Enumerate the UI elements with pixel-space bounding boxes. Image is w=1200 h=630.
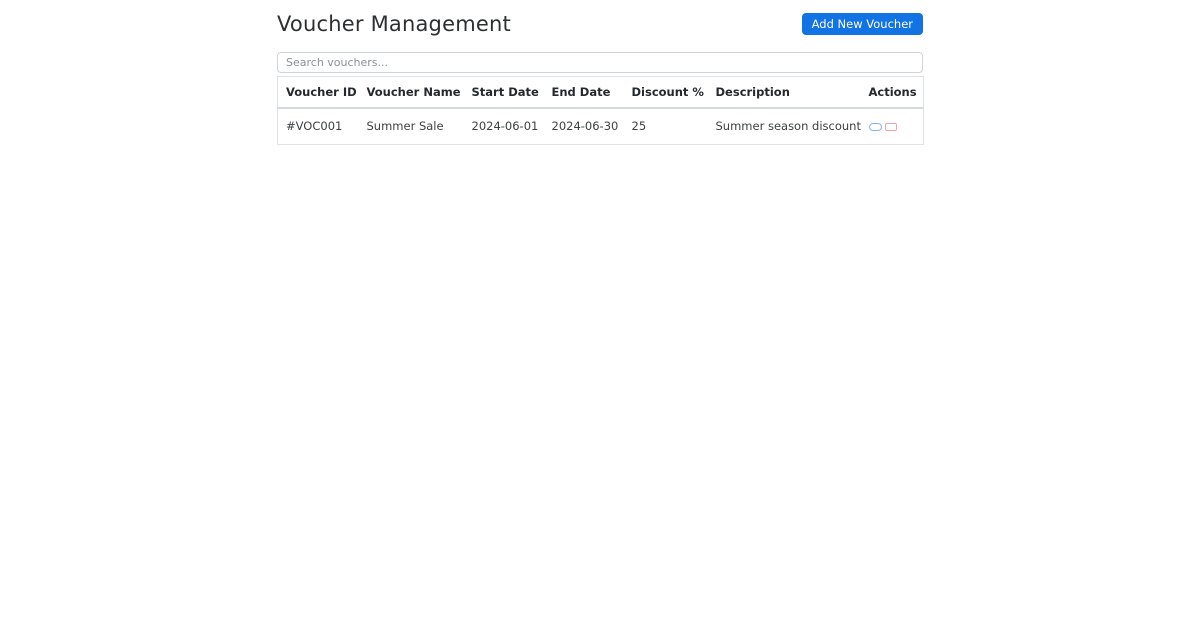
cell-voucher-name: Summer Sale <box>359 108 464 145</box>
add-new-voucher-button[interactable]: Add New Voucher <box>802 13 923 35</box>
column-header-voucher-id: Voucher ID <box>278 77 359 109</box>
cell-voucher-id: #VOC001 <box>278 108 359 145</box>
table-row: #VOC001 Summer Sale 2024-06-01 2024-06-3… <box>278 108 924 145</box>
page-title: Voucher Management <box>277 12 511 36</box>
cell-discount: 25 <box>624 108 708 145</box>
vouchers-table: Voucher ID Voucher Name Start Date End D… <box>277 76 924 145</box>
search-input[interactable] <box>277 52 923 73</box>
delete-button[interactable] <box>885 123 897 131</box>
cell-actions <box>861 108 924 145</box>
column-header-actions: Actions <box>861 77 924 109</box>
table-header-row: Voucher ID Voucher Name Start Date End D… <box>278 77 924 109</box>
cell-start-date: 2024-06-01 <box>464 108 544 145</box>
edit-button[interactable] <box>869 123 882 131</box>
cell-end-date: 2024-06-30 <box>544 108 624 145</box>
column-header-discount: Discount % <box>624 77 708 109</box>
page-header: Voucher Management Add New Voucher <box>277 12 923 36</box>
row-actions <box>869 121 916 131</box>
table-header: Voucher ID Voucher Name Start Date End D… <box>278 77 924 109</box>
column-header-description: Description <box>708 77 861 109</box>
cell-description: Summer season discount <box>708 108 861 145</box>
column-header-voucher-name: Voucher Name <box>359 77 464 109</box>
column-header-start-date: Start Date <box>464 77 544 109</box>
table-body: #VOC001 Summer Sale 2024-06-01 2024-06-3… <box>278 108 924 145</box>
voucher-management-page: Voucher Management Add New Voucher Vouch… <box>277 0 923 145</box>
column-header-end-date: End Date <box>544 77 624 109</box>
